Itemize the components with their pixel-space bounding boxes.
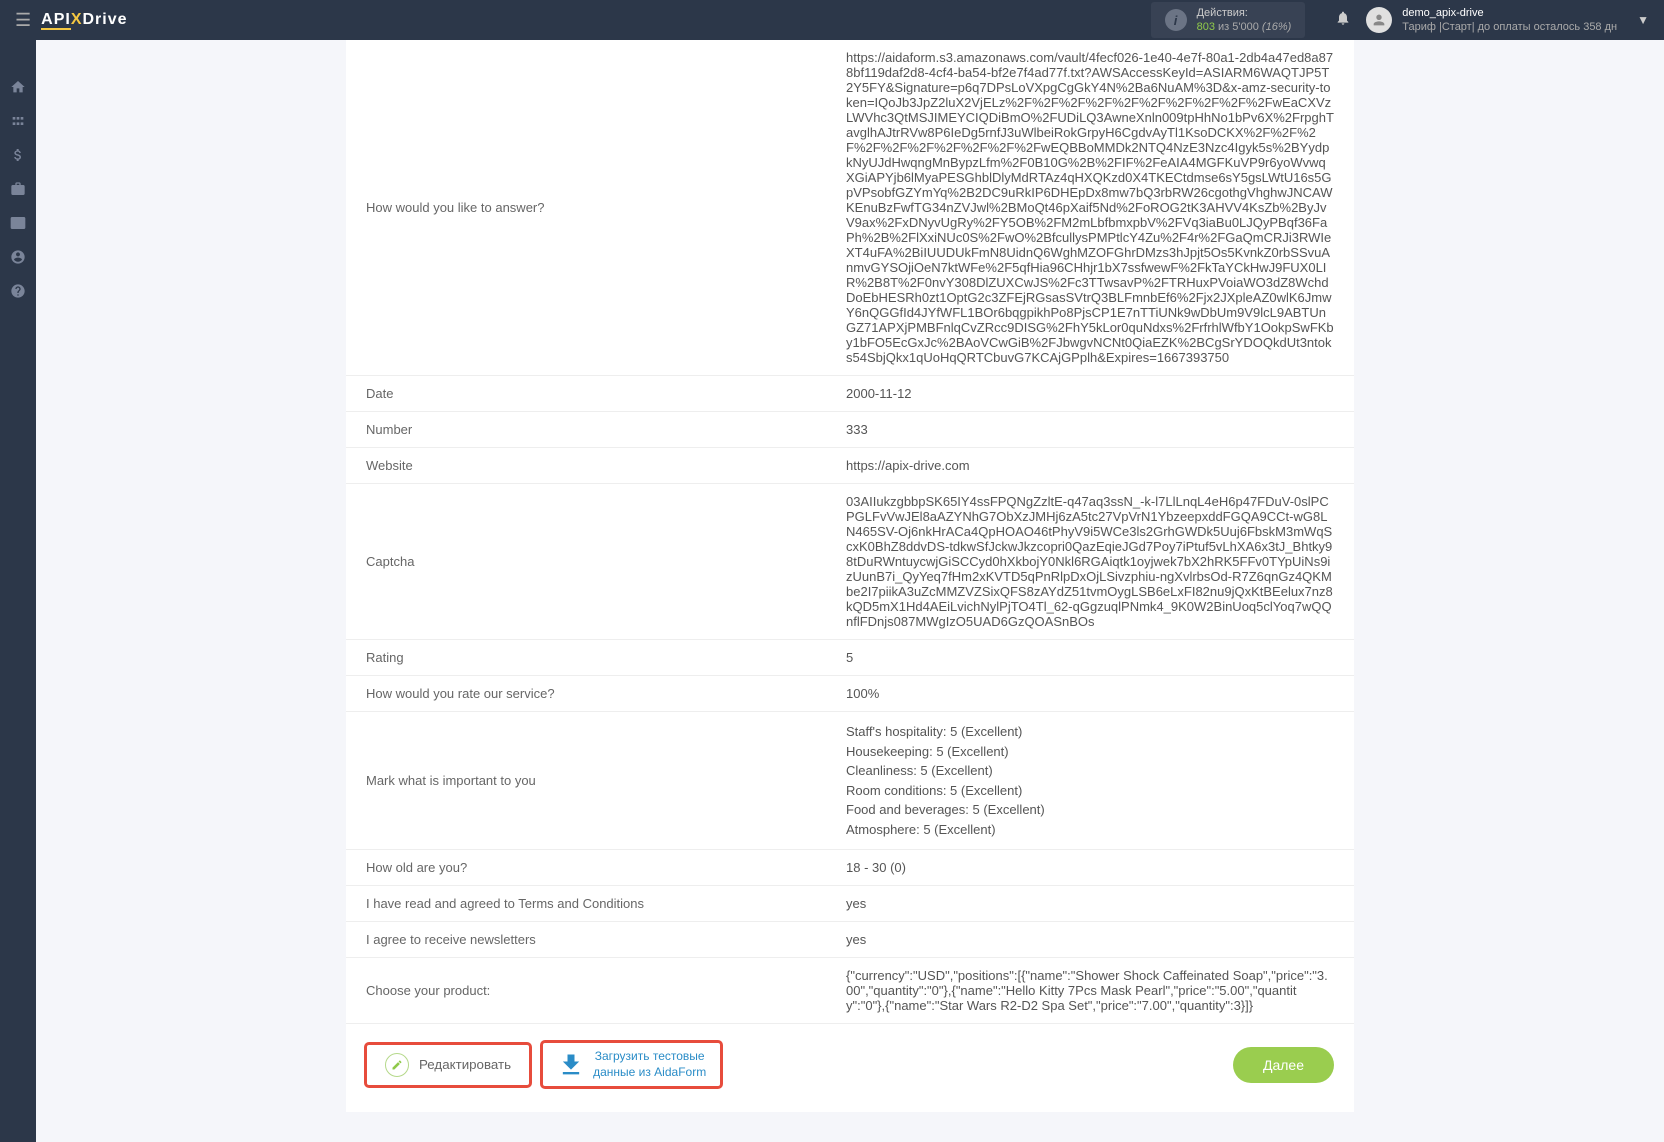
table-row: Captcha03AIIukzgbbpSK65IY4ssFPQNgZzltE-q…	[346, 484, 1354, 640]
row-label: How would you like to answer?	[346, 40, 826, 376]
next-button[interactable]: Далее	[1233, 1047, 1334, 1083]
row-value: Staff's hospitality: 5 (Excellent)Housek…	[826, 712, 1354, 850]
row-label: Rating	[346, 640, 826, 676]
data-panel: How would you like to answer?https://aid…	[346, 40, 1354, 1112]
row-label: Captcha	[346, 484, 826, 640]
table-row: Number333	[346, 412, 1354, 448]
sidebar-briefcase[interactable]	[0, 172, 36, 206]
row-label: I agree to receive newsletters	[346, 922, 826, 958]
row-value: 03AIIukzgbbpSK65IY4ssFPQNgZzltE-q47aq3ss…	[826, 484, 1354, 640]
info-icon: i	[1165, 9, 1187, 31]
row-label: Date	[346, 376, 826, 412]
edit-button-label: Редактировать	[419, 1057, 511, 1072]
edit-button[interactable]: Редактировать	[366, 1044, 530, 1086]
row-value: https://apix-drive.com	[826, 448, 1354, 484]
footer-actions: Редактировать Загрузить тестовые данные …	[346, 1024, 1354, 1087]
row-value: {"currency":"USD","positions":[{"name":"…	[826, 958, 1354, 1024]
actions-count: 803	[1197, 21, 1215, 33]
table-row: How would you rate our service?100%	[346, 676, 1354, 712]
download-line2: данные из AidaForm	[593, 1065, 706, 1079]
data-table: How would you like to answer?https://aid…	[346, 40, 1354, 1024]
sidebar	[0, 40, 36, 1142]
download-line1: Загрузить тестовые	[595, 1049, 705, 1063]
row-value: 2000-11-12	[826, 376, 1354, 412]
bell-icon[interactable]	[1335, 10, 1351, 31]
sidebar-connections[interactable]	[0, 104, 36, 138]
sidebar-youtube[interactable]	[0, 206, 36, 240]
row-label: Number	[346, 412, 826, 448]
row-label: Choose your product:	[346, 958, 826, 1024]
actions-label: Действия:	[1197, 6, 1292, 20]
logo-drive: Drive	[82, 11, 127, 28]
table-row: Rating5	[346, 640, 1354, 676]
chevron-down-icon[interactable]: ▼	[1637, 13, 1649, 27]
user-tariff: Тариф |Старт| до оплаты осталось 358 дн	[1402, 20, 1617, 34]
table-row: I agree to receive newslettersyes	[346, 922, 1354, 958]
row-value: 100%	[826, 676, 1354, 712]
pencil-icon	[385, 1053, 409, 1077]
table-row: How would you like to answer?https://aid…	[346, 40, 1354, 376]
row-label: How old are you?	[346, 850, 826, 886]
table-row: Mark what is important to youStaff's hos…	[346, 712, 1354, 850]
logo[interactable]: APIXDrive	[41, 11, 127, 29]
sidebar-help[interactable]	[0, 274, 36, 308]
download-icon	[557, 1051, 585, 1079]
row-value: 18 - 30 (0)	[826, 850, 1354, 886]
row-value: 333	[826, 412, 1354, 448]
row-label: I have read and agreed to Terms and Cond…	[346, 886, 826, 922]
row-value: https://aidaform.s3.amazonaws.com/vault/…	[826, 40, 1354, 376]
sidebar-billing[interactable]	[0, 138, 36, 172]
row-label: Website	[346, 448, 826, 484]
table-row: Choose your product:{"currency":"USD","p…	[346, 958, 1354, 1024]
top-header: ☰ APIXDrive i Действия: 803 из 5'000 (16…	[0, 0, 1664, 40]
logo-api: API	[41, 11, 71, 30]
user-info[interactable]: demo_apix-drive Тариф |Старт| до оплаты …	[1402, 6, 1617, 35]
table-row: Websitehttps://apix-drive.com	[346, 448, 1354, 484]
table-row: I have read and agreed to Terms and Cond…	[346, 886, 1354, 922]
row-value: 5	[826, 640, 1354, 676]
sidebar-home[interactable]	[0, 70, 36, 104]
row-value: yes	[826, 922, 1354, 958]
menu-toggle-icon[interactable]: ☰	[15, 10, 31, 31]
table-row: Date2000-11-12	[346, 376, 1354, 412]
sidebar-profile[interactable]	[0, 240, 36, 274]
user-avatar[interactable]	[1366, 7, 1392, 33]
row-label: How would you rate our service?	[346, 676, 826, 712]
logo-x: X	[71, 11, 83, 28]
user-name: demo_apix-drive	[1402, 6, 1617, 20]
actions-counter[interactable]: i Действия: 803 из 5'000 (16%)	[1151, 2, 1306, 39]
row-label: Mark what is important to you	[346, 712, 826, 850]
row-value: yes	[826, 886, 1354, 922]
table-row: How old are you?18 - 30 (0)	[346, 850, 1354, 886]
